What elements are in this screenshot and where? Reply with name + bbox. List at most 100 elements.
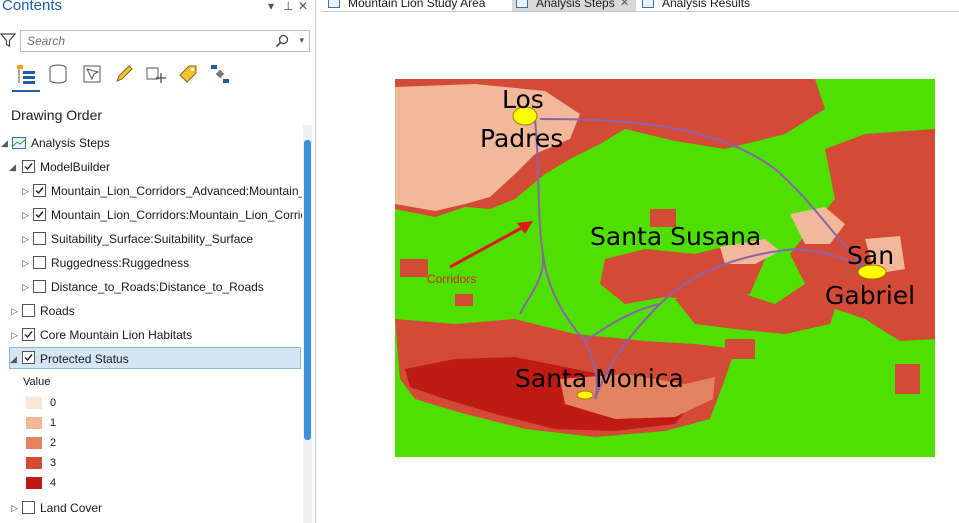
protected-fragment: [455, 294, 473, 306]
map-icon: [328, 0, 340, 8]
legend-swatch: [26, 437, 42, 449]
layer-checkbox[interactable]: [22, 304, 35, 317]
drawing-order-icon: [17, 65, 35, 84]
layer-checkbox[interactable]: [33, 208, 46, 221]
collapse-chevron-icon[interactable]: ◢: [10, 348, 20, 368]
map-canvas[interactable]: Los Padres Santa Susana San Gabriel Sant…: [395, 79, 935, 457]
snapping-icon: [146, 67, 166, 83]
tab-label: Analysis Results: [662, 0, 751, 10]
map-label: Analysis Steps: [31, 136, 110, 150]
expand-chevron-icon[interactable]: ▷: [11, 300, 21, 322]
tab-close-icon[interactable]: ✕: [620, 0, 629, 11]
list-by-editing-button[interactable]: [110, 60, 136, 88]
collapse-chevron-icon[interactable]: ◢: [1, 132, 11, 154]
pencil-icon: [116, 65, 133, 82]
database-icon: [49, 64, 67, 84]
layer-row[interactable]: ▷ Distance_to_Roads:Distance_to_Roads: [0, 276, 302, 298]
layer-label: Land Cover: [40, 501, 103, 515]
layer-label: Protected Status: [40, 352, 129, 366]
close-icon[interactable]: ✕: [298, 0, 308, 13]
expand-chevron-icon[interactable]: ▷: [22, 204, 32, 226]
layer-label: Mountain_Lion_Corridors:Mountain_Lion_Co…: [51, 208, 302, 222]
list-by-perspective-imagery-button[interactable]: [206, 60, 232, 88]
list-by-drawing-order-button[interactable]: [12, 60, 38, 88]
expand-chevron-icon[interactable]: ▷: [22, 180, 32, 202]
filter-icon[interactable]: [0, 32, 16, 48]
legend-swatch: [26, 477, 42, 489]
scrollbar-thumb[interactable]: [304, 140, 311, 440]
search-options-chevron-icon[interactable]: ▾: [299, 35, 304, 46]
protected-fragment: [400, 259, 428, 277]
map-label-san-gabriel-line1: San: [847, 241, 894, 270]
layer-checkbox[interactable]: [33, 256, 46, 269]
map-row[interactable]: ◢ Analysis Steps: [0, 132, 300, 154]
layer-row-selected[interactable]: ◢ Protected Status: [9, 347, 301, 369]
search-icon[interactable]: [275, 34, 289, 48]
layer-label: Suitability_Surface:Suitability_Surface: [51, 232, 254, 246]
legend-label: 3: [50, 457, 57, 469]
layer-row[interactable]: ▷ Suitability_Surface:Suitability_Surfac…: [0, 228, 302, 250]
tab-label: Analysis Steps: [536, 0, 615, 10]
layer-checkbox[interactable]: [33, 232, 46, 245]
map-icon: [516, 0, 528, 8]
contents-pane: Contents ▾ ⊥ ✕ ▾: [0, 0, 316, 523]
legend-swatch: [26, 397, 42, 409]
list-by-selection-button[interactable]: [78, 60, 104, 88]
legend-label: 4: [50, 477, 57, 489]
layer-checkbox[interactable]: [22, 328, 35, 341]
search-input[interactable]: [25, 33, 265, 49]
list-by-snapping-button[interactable]: [142, 60, 168, 88]
satellite-icon: [211, 65, 229, 83]
list-by-labeling-button[interactable]: [174, 60, 200, 88]
section-title: Drawing Order: [11, 107, 103, 123]
legend-swatch: [26, 417, 42, 429]
map-label-santa-susana: Santa Susana: [590, 222, 761, 251]
legend-label: 0: [50, 397, 57, 409]
map-view[interactable]: Los Padres Santa Susana San Gabriel Sant…: [322, 12, 959, 523]
expand-chevron-icon[interactable]: ▷: [11, 324, 21, 346]
pane-menu-icon[interactable]: ▾: [268, 0, 274, 13]
layer-label: Mountain_Lion_Corridors_Advanced:Mountai…: [51, 184, 302, 198]
map-label-santa-monica: Santa Monica: [515, 364, 684, 393]
expand-chevron-icon[interactable]: ▷: [11, 497, 21, 519]
legend-label: 1: [50, 417, 57, 429]
layer-row[interactable]: ▷ Core Mountain Lion Habitats: [0, 324, 302, 346]
legend-swatch: [26, 457, 42, 469]
label-tag-icon: [179, 65, 197, 83]
layer-checkbox[interactable]: [22, 501, 35, 514]
layer-label: Distance_to_Roads:Distance_to_Roads: [51, 280, 264, 294]
collapse-chevron-icon[interactable]: ◢: [9, 156, 19, 178]
tab-mountain-lion-study-area[interactable]: Mountain Lion Study Area: [324, 0, 504, 11]
layer-row[interactable]: ▷ Roads: [0, 300, 302, 322]
expand-chevron-icon[interactable]: ▷: [22, 276, 32, 298]
layer-label: Ruggedness:Ruggedness: [51, 256, 190, 270]
search-box: ▾: [20, 30, 310, 52]
expand-chevron-icon[interactable]: ▷: [22, 252, 32, 274]
list-by-data-source-button[interactable]: [44, 60, 70, 88]
map-label-los-padres-line2: Padres: [480, 124, 563, 153]
protected-fragment: [895, 364, 920, 394]
map-icon: [12, 137, 26, 149]
layer-row[interactable]: ▷ Mountain_Lion_Corridors:Mountain_Lion_…: [0, 204, 302, 226]
layer-label: Core Mountain Lion Habitats: [40, 328, 193, 342]
tab-analysis-steps[interactable]: Analysis Steps ✕: [512, 0, 636, 11]
map-select-icon: [83, 65, 101, 83]
map-label-corridors: Corridors: [427, 272, 476, 286]
map-icon: [642, 0, 654, 8]
expand-chevron-icon[interactable]: ▷: [22, 228, 32, 250]
layer-checkbox[interactable]: [22, 160, 35, 173]
layer-row[interactable]: ▷ Mountain_Lion_Corridors_Advanced:Mount…: [0, 180, 302, 202]
layer-row[interactable]: ▷ Ruggedness:Ruggedness: [0, 252, 302, 274]
layer-row[interactable]: ◢ ModelBuilder: [0, 156, 300, 178]
layer-checkbox[interactable]: [33, 280, 46, 293]
tab-analysis-results[interactable]: Analysis Results: [638, 0, 778, 11]
map-label-san-gabriel-line2: Gabriel: [825, 281, 915, 310]
layer-label: ModelBuilder: [40, 160, 111, 174]
layer-checkbox[interactable]: [33, 184, 46, 197]
legend-label: 2: [50, 437, 57, 449]
layer-checkbox[interactable]: [22, 351, 35, 364]
layer-label: Roads: [40, 304, 75, 318]
pin-icon[interactable]: ⊥: [283, 0, 293, 13]
layer-row[interactable]: ▷ Land Cover: [0, 497, 302, 519]
pane-title: Contents: [2, 0, 63, 14]
